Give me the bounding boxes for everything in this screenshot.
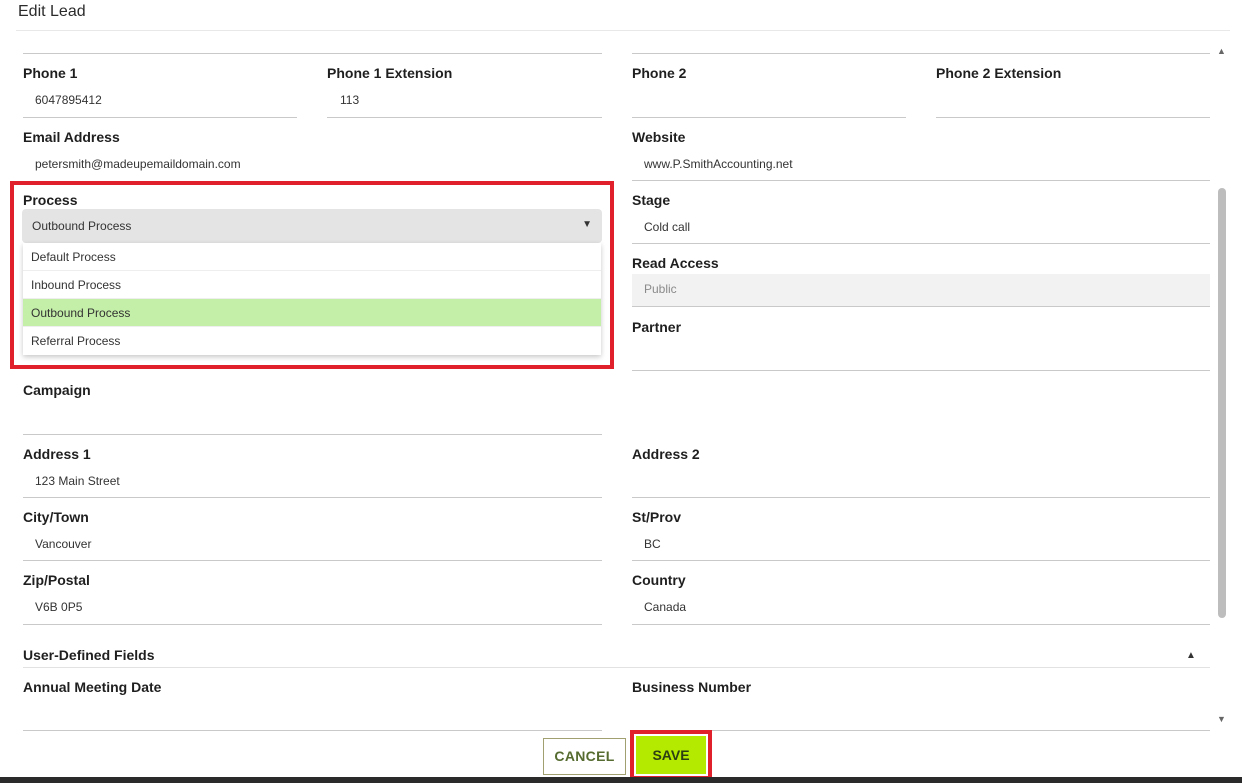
dialog-title: Edit Lead [18,3,86,20]
zip-input[interactable]: V6B 0P5 [35,600,82,614]
cancel-button[interactable]: CANCEL [543,738,626,775]
website-underline [632,180,1210,181]
annual-meeting-date-label: Annual Meeting Date [23,679,162,695]
phone1-extension-input[interactable]: 113 [340,93,359,107]
city-input[interactable]: Vancouver [35,537,91,551]
email-input[interactable]: petersmith@madeupemaildomain.com [35,157,241,171]
read-access-field: Public [632,274,1210,307]
country-input[interactable]: Canada [644,600,686,614]
divider-top-left [23,53,602,54]
scroll-up-icon[interactable]: ▲ [1217,46,1226,56]
website-input[interactable]: www.P.SmithAccounting.net [644,157,793,171]
scroll-down-icon[interactable]: ▼ [1217,714,1226,724]
address1-label: Address 1 [23,446,91,462]
country-underline [632,624,1210,625]
address1-underline [23,497,602,498]
phone1-extension-underline [327,117,602,118]
scrollbar-thumb[interactable] [1218,188,1226,618]
process-highlight-box [10,181,614,369]
save-button[interactable]: SAVE [636,736,706,774]
address2-label: Address 2 [632,446,700,462]
partner-underline [632,370,1210,371]
title-divider [16,30,1230,31]
annual-meeting-date-underline [23,730,602,731]
phone1-underline [23,117,297,118]
zip-label: Zip/Postal [23,572,90,588]
divider-top-right [632,53,1210,54]
business-number-underline [632,730,1210,731]
phone1-label: Phone 1 [23,65,78,81]
phone2-extension-underline [936,117,1210,118]
stage-label: Stage [632,192,671,208]
stage-underline [632,243,1210,244]
country-label: Country [632,572,686,588]
zip-underline [23,624,602,625]
city-label: City/Town [23,509,89,525]
partner-label: Partner [632,319,682,335]
state-label: St/Prov [632,509,682,525]
read-access-label: Read Access [632,255,719,271]
city-underline [23,560,602,561]
caret-up-icon[interactable]: ▲ [1186,650,1196,661]
email-label: Email Address [23,129,120,145]
address1-input[interactable]: 123 Main Street [35,474,120,488]
campaign-label: Campaign [23,382,91,398]
stage-input[interactable]: Cold call [644,220,690,234]
user-defined-fields-header[interactable]: User-Defined Fields [23,647,154,663]
state-input[interactable]: BC [644,537,661,551]
taskbar-edge [0,777,1242,783]
user-defined-divider [23,667,1210,668]
address2-underline [632,497,1210,498]
phone2-label: Phone 2 [632,65,687,81]
website-label: Website [632,129,686,145]
phone1-extension-label: Phone 1 Extension [327,65,453,81]
read-access-value: Public [644,282,677,296]
phone1-input[interactable]: 6047895412 [35,93,102,107]
business-number-label: Business Number [632,679,752,695]
campaign-underline [23,434,602,435]
phone2-extension-label: Phone 2 Extension [936,65,1062,81]
phone2-underline [632,117,906,118]
state-underline [632,560,1210,561]
